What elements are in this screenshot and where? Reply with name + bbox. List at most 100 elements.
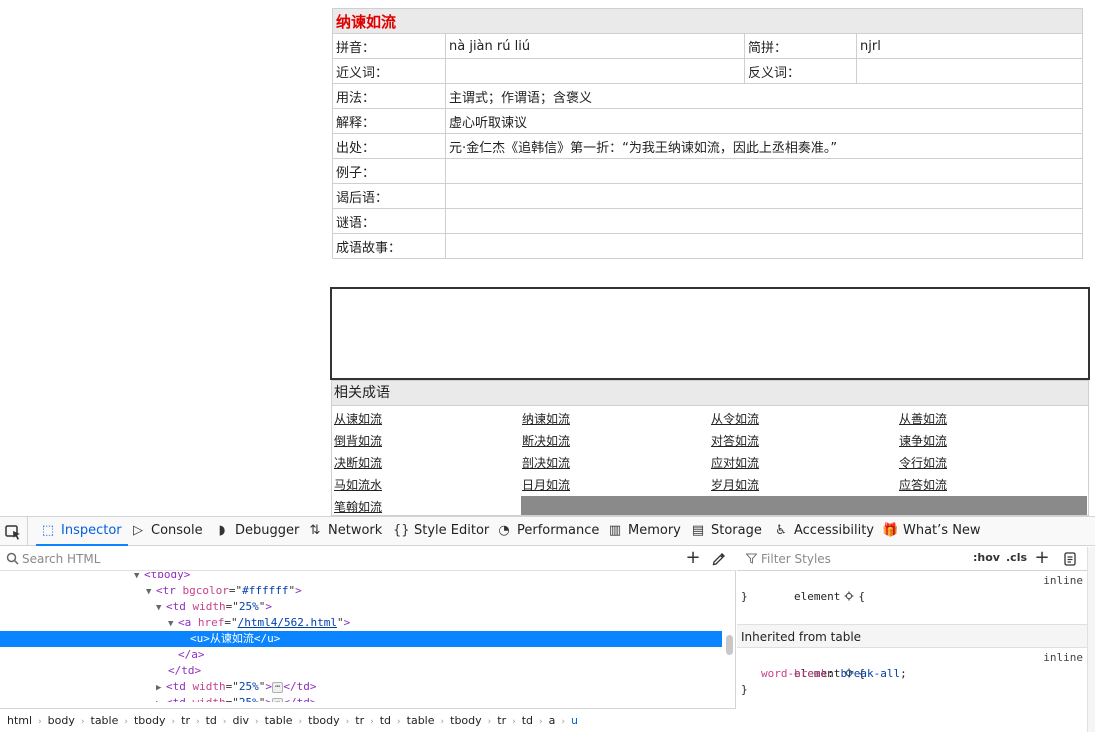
attr-value[interactable]: /html4/562.html bbox=[238, 616, 337, 629]
hover-state-toggle[interactable]: :hov bbox=[973, 551, 1000, 564]
related-idiom-link[interactable]: 决断如流 bbox=[334, 452, 382, 474]
markup-node[interactable]: ▼ <tr bgcolor="#ffffff"> bbox=[0, 583, 722, 599]
tab-inspector[interactable]: ⬚ Inspector bbox=[36, 517, 128, 546]
tab-network[interactable]: ⇅ Network bbox=[307, 517, 383, 546]
closing-tag: </td> bbox=[283, 680, 317, 693]
memory-icon: ▥ bbox=[608, 523, 622, 538]
expand-twisty-icon[interactable]: ▶ bbox=[156, 696, 166, 702]
rule-source[interactable]: inline bbox=[1043, 650, 1083, 666]
attr-name[interactable]: href bbox=[198, 616, 225, 629]
markup-node[interactable]: </td> bbox=[0, 663, 722, 679]
add-rule-button[interactable]: + bbox=[1034, 548, 1050, 568]
debugger-icon: ◗ bbox=[218, 523, 226, 538]
related-idiom-link[interactable]: 笔翰如流 bbox=[334, 496, 382, 515]
chevron-right-icon: › bbox=[512, 717, 516, 727]
tab-performance[interactable]: ◔ Performance bbox=[496, 517, 599, 546]
tab-what-s-new[interactable]: 🎁 What’s New bbox=[882, 517, 981, 546]
related-idiom-link[interactable]: 剖决如流 bbox=[522, 452, 570, 474]
pinyin-value: nà jiàn rú liú bbox=[445, 33, 745, 59]
attr-value[interactable]: 25% bbox=[239, 600, 259, 613]
attr-value[interactable]: #ffffff bbox=[242, 584, 288, 597]
tab-storage[interactable]: ▤ Storage bbox=[690, 517, 762, 546]
declaration[interactable]: word-break: break-all; bbox=[737, 666, 1087, 682]
tab-style-editor[interactable]: {} Style Editor bbox=[393, 517, 489, 546]
related-idiom-link[interactable]: 日月如流 bbox=[522, 474, 570, 496]
property-name[interactable]: word-break bbox=[761, 667, 827, 680]
chevron-right-icon: › bbox=[80, 717, 85, 727]
tag-name: td bbox=[173, 696, 186, 702]
related-idiom-link[interactable]: 断决如流 bbox=[522, 430, 570, 452]
tag-name: td bbox=[172, 680, 186, 693]
breadcrumb-item[interactable]: tr bbox=[497, 714, 506, 727]
related-idiom-link[interactable]: 从谏如流 bbox=[334, 408, 382, 430]
breadcrumb-item[interactable]: tr bbox=[181, 714, 190, 727]
eyedropper-icon[interactable] bbox=[711, 551, 727, 567]
markup-node[interactable]: ▼ <tbody> bbox=[0, 572, 722, 583]
related-idiom-link[interactable]: 应答如流 bbox=[899, 474, 947, 496]
add-node-button[interactable]: + bbox=[684, 548, 702, 568]
tab-accessibility[interactable]: ♿ Accessibility bbox=[773, 517, 874, 546]
breadcrumb-item[interactable]: html bbox=[7, 714, 32, 727]
attr-name[interactable]: width bbox=[193, 600, 226, 613]
markup-node[interactable]: ▶<td width="25%">⋯</td> bbox=[0, 679, 722, 695]
attr-name[interactable]: width bbox=[193, 680, 226, 693]
related-idiom-link[interactable]: 从令如流 bbox=[711, 408, 759, 430]
tab-memory[interactable]: ▥ Memory bbox=[607, 517, 681, 546]
attr-value[interactable]: 25% bbox=[239, 696, 259, 702]
filter-styles-input[interactable] bbox=[759, 550, 959, 568]
collapsed-content-badge[interactable]: ⋯ bbox=[272, 681, 284, 693]
related-idiom-link[interactable]: 对答如流 bbox=[711, 430, 759, 452]
tab-debugger[interactable]: ◗ Debugger bbox=[214, 517, 300, 546]
breadcrumb-item[interactable]: table bbox=[265, 714, 293, 727]
rules-pane: :hov .cls + element{ inline } Inherited … bbox=[737, 547, 1095, 732]
xiehouyu-label: 谒后语： bbox=[332, 183, 446, 209]
collapse-twisty-icon[interactable]: ▼ bbox=[146, 584, 156, 600]
xiehouyu-value bbox=[444, 183, 1084, 209]
synonym-label: 近义词： bbox=[332, 58, 446, 84]
element-picker-icon[interactable] bbox=[4, 523, 22, 541]
search-html-input[interactable] bbox=[20, 550, 660, 568]
breadcrumb-item[interactable]: td bbox=[380, 714, 391, 727]
markup-node[interactable]: ▼ <a href="/html4/562.html"> bbox=[0, 615, 722, 631]
related-idiom-link[interactable]: 谏争如流 bbox=[899, 430, 947, 452]
breadcrumb-item[interactable]: div bbox=[232, 714, 249, 727]
related-idiom-link[interactable]: 令行如流 bbox=[899, 452, 947, 474]
class-toggle[interactable]: .cls bbox=[1006, 551, 1027, 564]
markup-node[interactable]: ▶<td width="25%">⋯</td> bbox=[0, 695, 722, 702]
breadcrumb-item[interactable]: table bbox=[407, 714, 435, 727]
related-idiom-link[interactable]: 岁月如流 bbox=[711, 474, 759, 496]
rule-source[interactable]: inline bbox=[1043, 573, 1083, 589]
breadcrumb-item[interactable]: td bbox=[522, 714, 533, 727]
markup-node[interactable]: ▼ <td width="25%"> bbox=[0, 599, 722, 615]
collapse-twisty-icon[interactable]: ▼ bbox=[156, 600, 166, 616]
collapse-twisty-icon[interactable]: ▼ bbox=[168, 616, 178, 632]
attr-value[interactable]: 25% bbox=[239, 680, 259, 693]
breadcrumb-item[interactable]: tbody bbox=[450, 714, 482, 727]
related-idiom-link[interactable]: 倒背如流 bbox=[334, 430, 382, 452]
markup-scrollbar-thumb[interactable] bbox=[726, 635, 733, 655]
breadcrumb-item[interactable]: body bbox=[48, 714, 75, 727]
chevron-right-icon: › bbox=[397, 717, 401, 727]
breadcrumb-item[interactable]: tbody bbox=[308, 714, 340, 727]
related-idiom-link[interactable]: 从善如流 bbox=[899, 408, 947, 430]
chevron-right-icon: › bbox=[171, 717, 176, 727]
breadcrumb-item[interactable]: tbody bbox=[134, 714, 166, 727]
breadcrumb-item[interactable]: tr bbox=[355, 714, 364, 727]
markup-node[interactable]: </a> bbox=[0, 647, 722, 663]
selected-node[interactable]: <u>从谏如流</u> bbox=[0, 631, 722, 647]
print-media-icon[interactable] bbox=[1063, 552, 1077, 566]
tab-console[interactable]: ▷ Console bbox=[130, 517, 203, 546]
breadcrumb-item[interactable]: a bbox=[549, 714, 556, 727]
expand-twisty-icon[interactable]: ▶ bbox=[156, 680, 166, 696]
breadcrumb-item[interactable]: table bbox=[91, 714, 119, 727]
collapsed-content-badge[interactable]: ⋯ bbox=[272, 697, 284, 702]
attr-name[interactable]: width bbox=[193, 696, 226, 702]
attr-name[interactable]: bgcolor bbox=[183, 584, 229, 597]
related-idiom-link[interactable]: 纳谏如流 bbox=[522, 408, 570, 430]
tag-name: tr bbox=[162, 584, 176, 597]
related-idiom-link[interactable]: 马如流水 bbox=[334, 474, 382, 496]
breadcrumb-item[interactable]: td bbox=[206, 714, 217, 727]
breadcrumb-item[interactable]: u bbox=[571, 714, 578, 727]
related-idiom-link[interactable]: 应对如流 bbox=[711, 452, 759, 474]
property-value[interactable]: break-all bbox=[840, 667, 900, 680]
